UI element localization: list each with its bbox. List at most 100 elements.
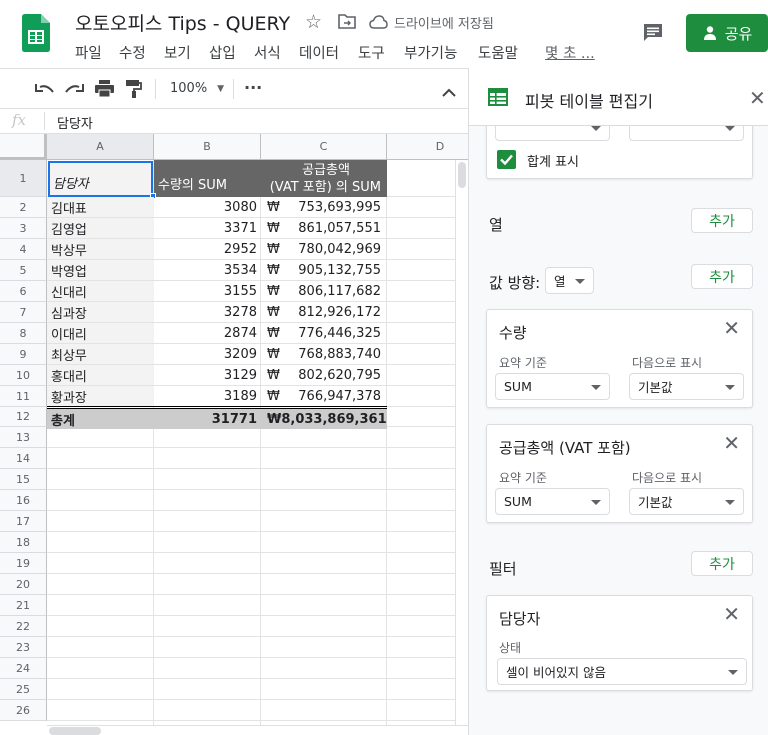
column-header-a[interactable]: A bbox=[47, 134, 154, 160]
manager-name-cell[interactable]: 황과장 bbox=[47, 386, 154, 406]
summarize-by-select[interactable]: SUM bbox=[495, 373, 610, 400]
row-header[interactable]: 9 bbox=[0, 344, 47, 365]
show-as-select[interactable]: 기본값 bbox=[629, 488, 744, 515]
row-header[interactable]: 6 bbox=[0, 281, 47, 302]
sheets-logo[interactable] bbox=[22, 14, 50, 52]
close-icon[interactable]: ✕ bbox=[749, 86, 766, 110]
last-edit-link[interactable]: 몇 초 ... bbox=[545, 42, 595, 63]
formula-input[interactable]: 담당자 bbox=[57, 113, 93, 132]
menu-edit[interactable]: 수정 bbox=[119, 42, 146, 63]
print-icon[interactable] bbox=[95, 80, 114, 101]
row-header[interactable]: 1 bbox=[0, 160, 47, 197]
zoom-select[interactable]: 100% ▼ bbox=[170, 81, 224, 96]
comment-icon[interactable] bbox=[642, 22, 664, 48]
menu-data[interactable]: 데이터 bbox=[299, 42, 339, 63]
summarize-by-select[interactable]: SUM bbox=[495, 488, 610, 515]
quantity-cell[interactable]: 2952 bbox=[154, 239, 261, 259]
row-header[interactable]: 18 bbox=[0, 532, 47, 553]
row-header[interactable]: 5 bbox=[0, 260, 47, 281]
manager-name-cell[interactable]: 최상무 bbox=[47, 344, 154, 364]
star-icon[interactable]: ☆ bbox=[305, 11, 322, 33]
document-title[interactable]: 오토오피스 Tips - QUERY bbox=[75, 9, 290, 36]
add-column-button[interactable]: 추가 bbox=[691, 208, 753, 233]
horizontal-scrollbar[interactable] bbox=[47, 725, 468, 735]
amount-cell[interactable]: ₩861,057,551 bbox=[261, 218, 387, 238]
remove-value-icon[interactable]: ✕ bbox=[723, 318, 740, 338]
row-header[interactable]: 24 bbox=[0, 658, 47, 679]
row-header[interactable]: 15 bbox=[0, 469, 47, 490]
undo-icon[interactable] bbox=[35, 81, 55, 100]
quantity-cell[interactable]: 3080 bbox=[154, 197, 261, 217]
manager-name-cell[interactable]: 이대리 bbox=[47, 323, 154, 343]
menu-help[interactable]: 도움말 bbox=[478, 42, 518, 63]
total-amount-cell[interactable]: ₩ 8,033,869,361 bbox=[261, 409, 387, 429]
menu-insert[interactable]: 삽입 bbox=[209, 42, 236, 63]
filter-status-select[interactable]: 셀이 비어있지 않음 bbox=[497, 658, 747, 685]
column-header-d[interactable]: D bbox=[387, 134, 468, 160]
quantity-cell[interactable]: 3534 bbox=[154, 260, 261, 280]
column-header-c[interactable]: C bbox=[261, 134, 387, 160]
move-folder-icon[interactable] bbox=[338, 13, 356, 33]
amount-cell[interactable]: ₩776,446,325 bbox=[261, 323, 387, 343]
manager-name-cell[interactable]: 박영업 bbox=[47, 260, 154, 280]
cloud-saved-icon[interactable] bbox=[369, 14, 388, 33]
show-total-checkbox[interactable] bbox=[497, 150, 516, 169]
amount-cell[interactable]: ₩802,620,795 bbox=[261, 365, 387, 385]
row-header[interactable]: 26 bbox=[0, 700, 47, 721]
row-header[interactable]: 19 bbox=[0, 553, 47, 574]
manager-name-cell[interactable]: 심과장 bbox=[47, 302, 154, 322]
row-header[interactable]: 4 bbox=[0, 239, 47, 260]
total-qty-cell[interactable]: 31771 bbox=[154, 409, 261, 429]
horizontal-scroll-thumb[interactable] bbox=[49, 727, 101, 735]
manager-name-cell[interactable]: 신대리 bbox=[47, 281, 154, 301]
row-header[interactable]: 2 bbox=[0, 197, 47, 218]
add-value-button[interactable]: 추가 bbox=[691, 264, 753, 289]
quantity-cell[interactable]: 3189 bbox=[154, 386, 261, 406]
row-header[interactable]: 14 bbox=[0, 448, 47, 469]
quantity-cell[interactable]: 3209 bbox=[154, 344, 261, 364]
vertical-scrollbar[interactable] bbox=[455, 160, 468, 725]
menu-format[interactable]: 서식 bbox=[254, 42, 281, 63]
row-header[interactable]: 21 bbox=[0, 595, 47, 616]
row-header[interactable]: 3 bbox=[0, 218, 47, 239]
row-header[interactable]: 7 bbox=[0, 302, 47, 323]
row-header[interactable]: 10 bbox=[0, 365, 47, 386]
quantity-cell[interactable]: 3371 bbox=[154, 218, 261, 238]
amount-cell[interactable]: ₩780,042,969 bbox=[261, 239, 387, 259]
amount-cell[interactable]: ₩812,926,172 bbox=[261, 302, 387, 322]
amount-cell[interactable]: ₩753,693,995 bbox=[261, 197, 387, 217]
amount-cell[interactable]: ₩806,117,682 bbox=[261, 281, 387, 301]
amount-sum-header-cell[interactable]: 공급총액 (VAT 포함) 의 SUM bbox=[261, 160, 387, 197]
row-header[interactable]: 13 bbox=[0, 427, 47, 448]
remove-value-icon[interactable]: ✕ bbox=[723, 433, 740, 453]
show-as-select[interactable]: 기본값 bbox=[629, 373, 744, 400]
amount-cell[interactable]: ₩905,132,755 bbox=[261, 260, 387, 280]
manager-name-cell[interactable]: 홍대리 bbox=[47, 365, 154, 385]
total-label-cell[interactable]: 총계 bbox=[47, 409, 154, 429]
share-button[interactable]: 공유 bbox=[686, 14, 768, 52]
quantity-cell[interactable]: 3155 bbox=[154, 281, 261, 301]
paint-format-icon[interactable] bbox=[126, 80, 142, 102]
manager-name-cell[interactable]: 김대표 bbox=[47, 197, 154, 217]
menu-file[interactable]: 파일 bbox=[75, 42, 102, 63]
vertical-scroll-thumb[interactable] bbox=[458, 162, 466, 188]
pivot-row-header-cell[interactable]: 담당자 bbox=[48, 161, 153, 197]
amount-cell[interactable]: ₩766,947,378 bbox=[261, 386, 387, 406]
amount-cell[interactable]: ₩768,883,740 bbox=[261, 344, 387, 364]
column-header-b[interactable]: B bbox=[154, 134, 261, 160]
add-filter-button[interactable]: 추가 bbox=[691, 551, 753, 576]
row-header[interactable]: 16 bbox=[0, 490, 47, 511]
remove-filter-icon[interactable]: ✕ bbox=[723, 604, 740, 624]
row-header[interactable]: 17 bbox=[0, 511, 47, 532]
row-header[interactable]: 20 bbox=[0, 574, 47, 595]
row-header[interactable]: 23 bbox=[0, 637, 47, 658]
quantity-cell[interactable]: 3278 bbox=[154, 302, 261, 322]
row-header[interactable]: 22 bbox=[0, 616, 47, 637]
qty-sum-header-cell[interactable]: 수량의 SUM bbox=[154, 160, 261, 197]
manager-name-cell[interactable]: 김영업 bbox=[47, 218, 154, 238]
redo-icon[interactable] bbox=[64, 81, 84, 100]
collapse-menus-icon[interactable] bbox=[442, 83, 456, 102]
row-header[interactable]: 25 bbox=[0, 679, 47, 700]
select-all-corner[interactable] bbox=[0, 134, 47, 160]
menu-addons[interactable]: 부가기능 bbox=[404, 42, 457, 63]
